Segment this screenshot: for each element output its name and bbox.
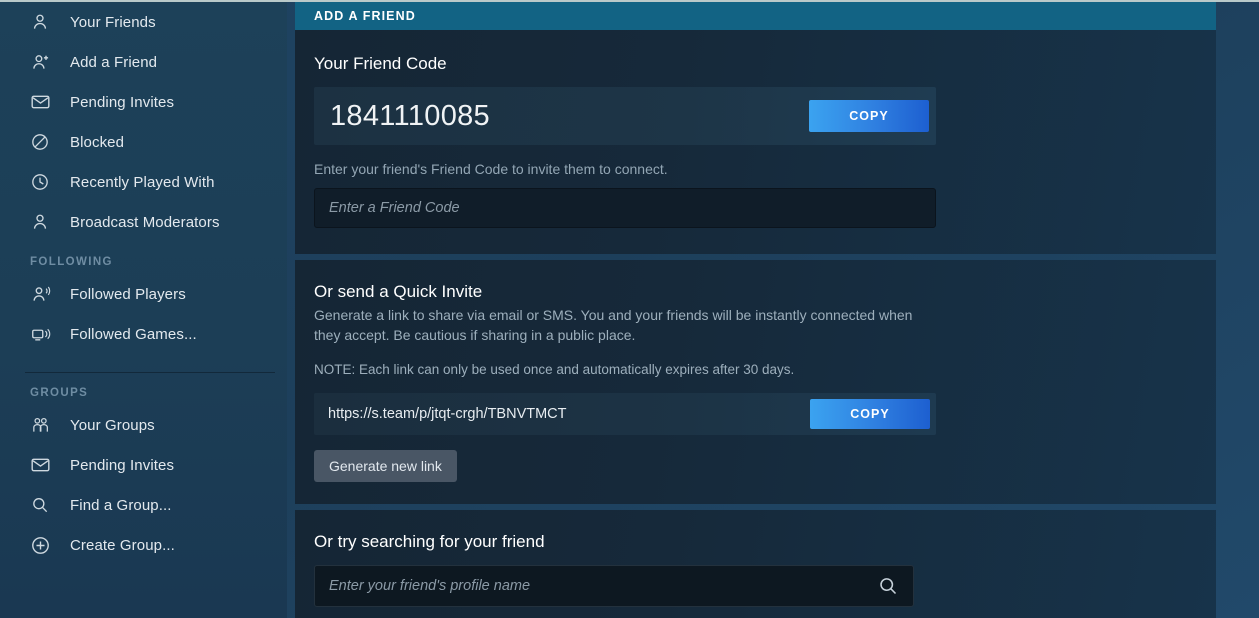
broadcast-icon [30,323,56,345]
sidebar: Your Friends Add a Friend Pending Invite… [0,0,287,618]
search-input[interactable]: Enter your friend's profile name [329,578,530,594]
sidebar-item-label: Recently Played With [70,174,215,191]
add-friend-content: ADD A FRIEND Your Friend Code 1841110085… [295,2,1216,618]
person-plus-icon [30,51,56,73]
friend-code-heading: Your Friend Code [314,54,1197,74]
friends-window: Your Friends Add a Friend Pending Invite… [0,0,1259,618]
sidebar-item-create-group[interactable]: Create Group... [0,525,287,565]
friend-code-row: 1841110085 COPY [314,87,936,145]
sidebar-item-your-friends[interactable]: Your Friends [0,2,287,42]
quick-invite-description: Generate a link to share via email or SM… [314,305,939,346]
window-top-edge [0,0,1259,2]
sidebar-item-label: Pending Invites [70,94,174,111]
sidebar-item-label: Broadcast Moderators [70,214,220,231]
page-header: ADD A FRIEND [295,2,1216,30]
friend-code-input-wrapper[interactable]: Enter a Friend Code [314,188,936,228]
sidebar-item-label: Followed Games... [70,326,197,343]
sidebar-item-broadcast-moderators[interactable]: Broadcast Moderators [0,202,287,242]
sidebar-item-label: Find a Group... [70,497,172,514]
sidebar-item-label: Pending Invites [70,457,174,474]
copy-friend-code-button[interactable]: COPY [809,100,929,132]
sidebar-item-label: Your Groups [70,417,155,434]
quick-invite-panel: Or send a Quick Invite Generate a link t… [295,260,1216,504]
friend-code-value: 1841110085 [314,100,490,133]
sidebar-section-following: FOLLOWING [0,256,287,268]
sidebar-item-label: Your Friends [70,14,156,31]
sidebar-item-label: Add a Friend [70,54,157,71]
search-friend-panel: Or try searching for your friend Enter y… [295,510,1216,618]
envelope-icon [30,454,56,476]
sidebar-item-followed-players[interactable]: Followed Players [0,274,287,314]
search-heading: Or try searching for your friend [314,532,1197,552]
block-icon [30,131,56,153]
group-icon [30,414,56,436]
sidebar-section-groups: GROUPS [0,387,287,399]
sidebar-item-recently-played-with[interactable]: Recently Played With [0,162,287,202]
friend-code-input[interactable]: Enter a Friend Code [329,200,460,216]
quick-invite-note: NOTE: Each link can only be used once an… [314,362,1197,377]
sidebar-item-add-a-friend[interactable]: Add a Friend [0,42,287,82]
envelope-icon [30,91,56,113]
sidebar-item-your-groups[interactable]: Your Groups [0,405,287,445]
sidebar-item-label: Blocked [70,134,124,151]
generate-new-link-button[interactable]: Generate new link [314,450,457,482]
person-broadcast-icon [30,283,56,305]
search-icon[interactable] [877,575,899,597]
quick-invite-link[interactable]: https://s.team/p/jtqt-crgh/TBNVTMCT [314,406,567,422]
page-title: ADD A FRIEND [314,9,416,23]
clock-icon [30,171,56,193]
quick-invite-heading: Or send a Quick Invite [314,282,1197,302]
search-icon [30,494,56,516]
sidebar-item-followed-games[interactable]: Followed Games... [0,314,287,354]
sidebar-item-find-a-group[interactable]: Find a Group... [0,485,287,525]
sidebar-item-label: Create Group... [70,537,175,554]
friend-code-helper-text: Enter your friend's Friend Code to invit… [314,161,1197,177]
search-input-wrapper[interactable]: Enter your friend's profile name [314,565,914,607]
person-icon [30,211,56,233]
main-area: ADD A FRIEND Your Friend Code 1841110085… [287,0,1259,618]
friend-code-panel: Your Friend Code 1841110085 COPY Enter y… [295,30,1216,254]
sidebar-item-label: Followed Players [70,286,186,303]
sidebar-item-blocked[interactable]: Blocked [0,122,287,162]
person-icon [30,11,56,33]
sidebar-item-group-pending-invites[interactable]: Pending Invites [0,445,287,485]
sidebar-divider [25,372,275,373]
copy-quick-invite-button[interactable]: COPY [810,399,930,429]
quick-invite-link-row: https://s.team/p/jtqt-crgh/TBNVTMCT COPY [314,393,936,435]
sidebar-item-pending-invites[interactable]: Pending Invites [0,82,287,122]
plus-circle-icon [30,534,56,556]
